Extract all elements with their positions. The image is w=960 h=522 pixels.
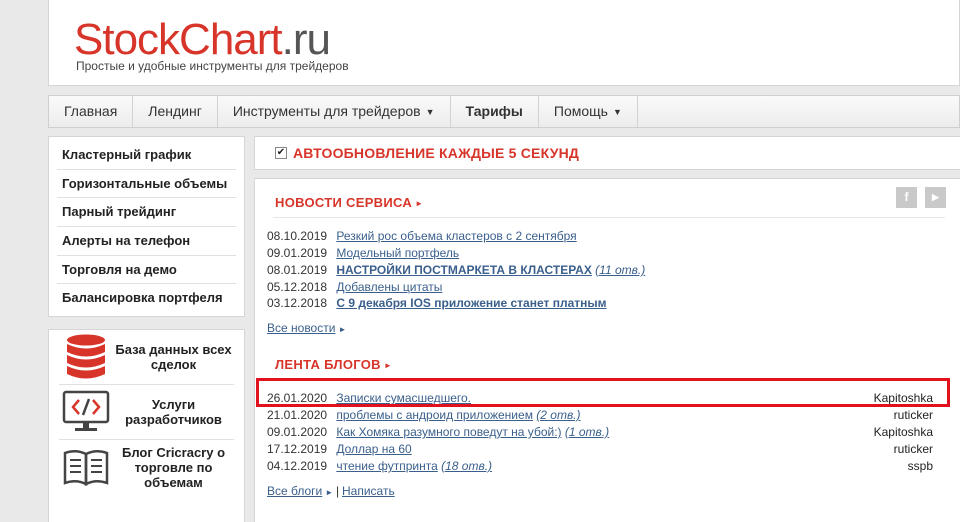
nav-label: Помощь (553, 103, 608, 119)
news-date: 05.12.2018 (267, 280, 328, 294)
facebook-icon[interactable]: f (896, 187, 917, 208)
database-icon (59, 333, 113, 381)
link-separator: | (336, 484, 340, 498)
divider (273, 379, 945, 380)
sidebar-item-cluster-chart[interactable]: Кластерный график (57, 141, 236, 170)
service-trades-database[interactable]: База данных всех сделок (59, 330, 234, 385)
site-header: StockChart.ru Простые и удобные инструме… (48, 0, 960, 86)
triangle-right-icon: ► (383, 361, 393, 370)
logo[interactable]: StockChart.ru (74, 15, 331, 64)
blogs-section-title[interactable]: ЛЕНТА БЛОГОВ ► (275, 357, 392, 372)
news-section-title[interactable]: НОВОСТИ СЕРВИСА ► (275, 195, 423, 210)
caret-down-icon: ▼ (425, 107, 435, 117)
news-title-text: НОВОСТИ СЕРВИСА (275, 195, 413, 210)
blog-date: 26.01.2020 (267, 391, 328, 405)
sidebar-item-pair-trading[interactable]: Парный трейдинг (57, 198, 236, 228)
news-date: 09.01.2019 (267, 246, 328, 260)
nav-label: Тарифы (465, 103, 523, 119)
blog-title-link[interactable]: Доллар на 60 (336, 442, 411, 456)
blog-author[interactable]: ruticker (894, 441, 933, 458)
sidebar-item-demo-trading[interactable]: Торговля на демо (57, 256, 236, 285)
sidebar-item-phone-alerts[interactable]: Алерты на телефон (57, 227, 236, 256)
service-label: Блог Cricracry о торговле по объемам (121, 445, 226, 490)
news-title-link[interactable]: Резкий рос объема кластеров с 2 сентября (336, 229, 576, 243)
blog-date: 21.01.2020 (267, 408, 328, 422)
caret-down-icon: ▼ (612, 107, 622, 117)
write-blog-link[interactable]: Написать (342, 484, 395, 498)
blog-title-link[interactable]: чтение футпринта (336, 459, 437, 473)
autoupdate-checkbox[interactable]: ✔ (275, 147, 287, 159)
blog-title-link[interactable]: проблемы с андроид приложением (336, 408, 533, 422)
news-comment-count[interactable]: (11 отв.) (595, 263, 645, 277)
sidebar-services: База данных всех сделок Услуги разработч… (48, 329, 245, 522)
blog-author[interactable]: sspb (908, 458, 933, 475)
service-blog[interactable]: Блог Cricracry о торговле по объемам (59, 440, 234, 495)
news-date: 08.01.2019 (267, 263, 328, 277)
news-row: 08.01.2019 НАСТРОЙКИ ПОСТМАРКЕТА В КЛАСТ… (267, 262, 947, 279)
youtube-icon[interactable]: ▶ (925, 187, 946, 208)
news-title-link[interactable]: НАСТРОЙКИ ПОСТМАРКЕТА В КЛАСТЕРАХ (336, 263, 591, 277)
nav-item-pricing[interactable]: Тарифы (451, 96, 539, 127)
blog-row: 17.12.2019 Доллар на 60 ruticker (267, 441, 947, 458)
news-date: 03.12.2018 (267, 296, 328, 310)
sidebar-menu: Кластерный график Горизонтальные объемы … (48, 136, 245, 317)
open-book-icon (59, 444, 113, 492)
blog-date: 17.12.2019 (267, 442, 328, 456)
triangle-right-icon: ► (415, 199, 424, 208)
blog-row: 21.01.2020 проблемы с андроид приложение… (267, 407, 947, 424)
blog-title-link[interactable]: Как Хомяка разумного поведут на убой:) (336, 425, 561, 439)
triangle-right-icon: ► (338, 325, 347, 334)
nav-label: Лендинг (148, 103, 202, 119)
service-developers[interactable]: Услуги разработчиков (59, 385, 234, 440)
news-row: 08.10.2019 Резкий рос объема кластеров с… (267, 228, 947, 245)
logo-part-stock: Stock (74, 15, 180, 64)
service-label: База данных всех сделок (115, 342, 232, 372)
service-label: Услуги разработчиков (125, 397, 222, 427)
nav-label: Инструменты для трейдеров (232, 103, 421, 119)
autoupdate-label: АВТООБНОВЛЕНИЕ КАЖДЫЕ 5 СЕКУНД (293, 145, 580, 161)
logo-part-domain: .ru (281, 15, 331, 64)
news-title-link[interactable]: Модельный портфель (336, 246, 459, 260)
all-news-link[interactable]: Все новости ► (267, 321, 346, 335)
nav-item-help[interactable]: Помощь ▼ (539, 96, 638, 127)
main-content: f ▶ НОВОСТИ СЕРВИСА ► 08.10.2019 Резкий р… (254, 178, 960, 522)
main-nav: Главная Лендинг Инструменты для трейдеро… (48, 95, 960, 128)
all-news-text: Все новости (267, 321, 336, 335)
blog-row: 26.01.2020 Записки сумасшедшего. Kapitos… (267, 390, 947, 407)
sidebar-item-portfolio-balancing[interactable]: Балансировка портфеля (57, 284, 236, 313)
blog-date: 04.12.2019 (267, 459, 328, 473)
all-blogs-text: Все блоги (267, 484, 323, 498)
divider (273, 217, 945, 218)
blog-comment-count[interactable]: (1 отв.) (565, 425, 609, 439)
news-date: 08.10.2019 (267, 229, 328, 243)
logo-part-chart: Chart (179, 15, 283, 64)
blog-row: 04.12.2019 чтение футпринта (18 отв.) ss… (267, 458, 947, 475)
all-blogs-link[interactable]: Все блоги ► (267, 484, 333, 498)
blog-comment-count[interactable]: (18 отв.) (441, 459, 492, 473)
blogs-title-text: ЛЕНТА БЛОГОВ (275, 357, 381, 372)
news-title-link[interactable]: С 9 декабря IOS приложение станет платны… (336, 296, 606, 310)
blog-author[interactable]: ruticker (894, 407, 933, 424)
logo-tagline: Простые и удобные инструменты для трейде… (76, 59, 349, 73)
nav-item-home[interactable]: Главная (49, 96, 134, 127)
blog-comment-count[interactable]: (2 отв.) (536, 408, 580, 422)
news-row: 09.01.2019 Модельный портфель (267, 245, 947, 262)
blog-author[interactable]: Kapitoshka (874, 390, 933, 407)
triangle-right-icon: ► (325, 488, 334, 497)
code-monitor-icon (59, 388, 113, 436)
nav-item-landing[interactable]: Лендинг (133, 96, 218, 127)
news-title-link[interactable]: Добавлены цитаты (336, 280, 442, 294)
blog-title-link[interactable]: Записки сумасшедшего. (336, 391, 471, 405)
news-row: 03.12.2018 С 9 декабря IOS приложение ст… (267, 295, 947, 312)
sidebar-item-horizontal-volumes[interactable]: Горизонтальные объемы (57, 170, 236, 199)
news-row: 05.12.2018 Добавлены цитаты (267, 279, 947, 296)
blog-date: 09.01.2020 (267, 425, 328, 439)
blog-row: 09.01.2020 Как Хомяка разумного поведут … (267, 424, 947, 441)
nav-label: Главная (64, 103, 118, 119)
nav-item-tools[interactable]: Инструменты для трейдеров ▼ (218, 96, 451, 127)
blog-author[interactable]: Kapitoshka (874, 424, 933, 441)
autoupdate-bar: ✔ АВТООБНОВЛЕНИЕ КАЖДЫЕ 5 СЕКУНД (254, 136, 960, 170)
